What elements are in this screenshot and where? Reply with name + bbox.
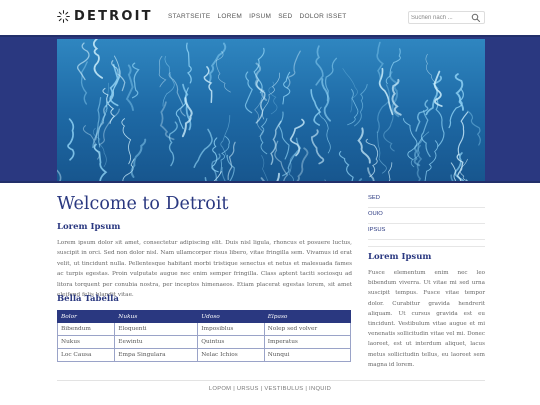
sidebar-title: Lorem Ipsum: [368, 252, 432, 262]
table-row: Loc Causa Empa Singulara Nelac Ichios Nu…: [56, 348, 352, 362]
table-cell: Nunqui: [263, 348, 352, 362]
nav-item-ipsum[interactable]: IPSUM: [249, 13, 271, 20]
table-header-row: Bolor Nukus Udoso Elpaso: [56, 310, 352, 323]
hero-banner: [0, 35, 540, 183]
table-cell: Eewintu: [114, 335, 199, 349]
search-input[interactable]: [411, 13, 469, 23]
section-title-bella-tabella: Bella Tabella: [57, 294, 119, 304]
intro-paragraph: Lorem ipsum dolor sit amet, consectetur …: [57, 240, 352, 299]
table-cell: Empa Singulara: [114, 348, 199, 362]
data-table: Bolor Nukus Udoso Elpaso Bibendum Eloque…: [56, 310, 352, 362]
sun-burst-icon: [57, 10, 70, 23]
sidebar-link-ipsus[interactable]: IPSUS: [368, 224, 485, 240]
column-header: Nukus: [114, 310, 199, 323]
column-header: Bolor: [56, 310, 116, 323]
page-title: Welcome to Detroit: [57, 194, 229, 214]
water-texture-image: [57, 39, 485, 181]
table-cell: Nelac Ichios: [197, 348, 265, 362]
sidebar-link-ouio[interactable]: OUIO: [368, 208, 485, 224]
sidebar-divider: [368, 246, 485, 247]
brand-name: DETROIT: [74, 9, 153, 24]
table-row: Bibendum Eloquenti Imposiblus Nolep sed …: [56, 322, 352, 336]
table-cell: Bibendum: [56, 322, 116, 336]
footer-divider: [57, 380, 485, 381]
table-cell: Eloquenti: [114, 322, 199, 336]
site-header: DETROIT STARTSEITE LOREM IPSUM SED DOLOR…: [0, 0, 540, 36]
table-cell: Nolep sed volver: [263, 322, 352, 336]
nav-item-lorem[interactable]: LOREM: [218, 13, 243, 20]
nav-item-startseite[interactable]: STARTSEITE: [168, 13, 211, 20]
nav-item-sed[interactable]: SED: [278, 13, 292, 20]
nav-item-dolor-isset[interactable]: DOLOR ISSET: [299, 13, 346, 20]
sidebar-paragraph: Fusce elementum enim nec leo bibendum vi…: [368, 270, 485, 368]
sidebar-links: SED OUIO IPSUS: [368, 192, 485, 240]
table-row: Nukus Eewintu Quintus Imperatus: [56, 335, 352, 349]
column-header: Udoso: [197, 310, 265, 323]
sidebar-link-sed[interactable]: SED: [368, 192, 485, 208]
table-cell: Nukus: [56, 335, 116, 349]
search-box: [408, 11, 485, 24]
search-icon[interactable]: [471, 13, 481, 23]
table-cell: Imposiblus: [197, 322, 265, 336]
section-title-lorem-ipsum: Lorem Ipsum: [57, 222, 121, 232]
site-logo[interactable]: DETROIT: [57, 9, 153, 24]
table-cell: Loc Causa: [56, 348, 116, 362]
table-cell: Quintus: [197, 335, 265, 349]
footer-links[interactable]: LOPOM | URSUS | VESTIBULUS | INQUID: [0, 386, 540, 392]
main-nav: STARTSEITE LOREM IPSUM SED DOLOR ISSET: [168, 13, 347, 20]
column-header: Elpaso: [263, 310, 352, 323]
table-cell: Imperatus: [263, 335, 352, 349]
